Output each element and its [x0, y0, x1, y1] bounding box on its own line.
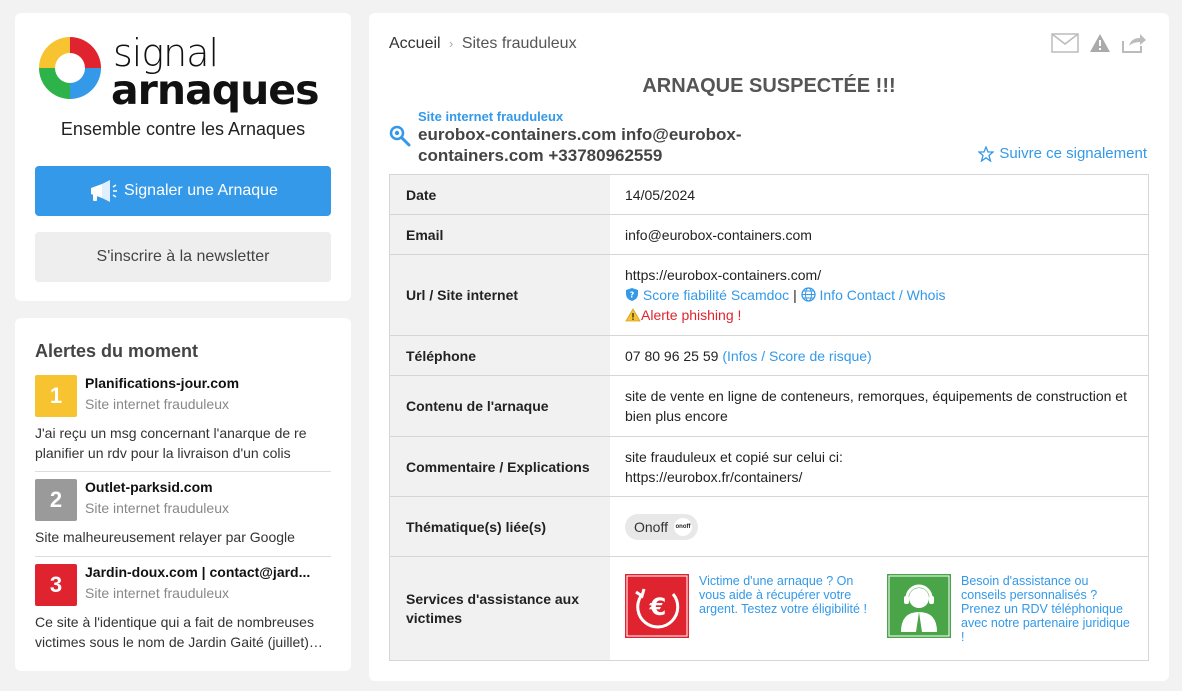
alert-item[interactable]: 3 Jardin-doux.com | contact@jard... Site… — [35, 564, 331, 664]
warning-report-icon[interactable] — [1089, 33, 1111, 53]
row-value: site de vente en ligne de conteneurs, re… — [610, 375, 1149, 437]
alert-description: Site malheureusement relayer par Google — [35, 529, 295, 545]
row-label: Thématique(s) liée(s) — [389, 496, 610, 557]
report-type-label: Site internet frauduleux — [418, 109, 564, 124]
alert-rank-badge: 2 — [35, 479, 77, 521]
divider — [35, 471, 331, 472]
alert-rank-badge: 1 — [35, 375, 77, 417]
phishing-alert[interactable]: Alerte phishing ! — [625, 305, 1133, 325]
row-label: Url / Site internet — [389, 254, 610, 336]
table-row: Email info@eurobox-containers.com — [389, 214, 1149, 255]
newsletter-button[interactable]: S'inscrire à la newsletter — [35, 232, 331, 282]
logo[interactable]: signal arnaques — [35, 31, 335, 114]
whois-link[interactable]: Info Contact / Whois — [820, 287, 946, 303]
alert-type: Site internet frauduleux — [85, 585, 229, 601]
megaphone-icon — [91, 180, 118, 202]
support-agent-icon — [887, 573, 951, 638]
alerts-card: Alertes du moment 1 Planifications-jour.… — [15, 318, 351, 671]
star-icon — [978, 145, 995, 162]
page-title: ARNAQUE SUSPECTÉE !!! — [642, 75, 896, 97]
comment-line: https://eurobox.fr/containers/ — [625, 468, 803, 485]
breadcrumb-current[interactable]: Sites frauduleux — [462, 35, 577, 52]
comment-line: site frauduleux et copié sur celui ci: — [625, 448, 843, 465]
alert-item[interactable]: 1 Planifications-jour.com Site internet … — [35, 375, 331, 465]
row-label: Téléphone — [389, 335, 610, 376]
sidebar-brand-card: signal arnaques Ensemble contre les Arna… — [15, 13, 351, 301]
phishing-alert-label: Alerte phishing ! — [641, 307, 742, 323]
alert-type: Site internet frauduleux — [85, 396, 229, 412]
alert-description: Ce site à l'identique qui a fait de nomb… — [35, 614, 323, 650]
alert-name[interactable]: Planifications-jour.com — [85, 375, 331, 391]
table-row: Téléphone 07 80 96 25 59 (Infos / Score … — [389, 335, 1149, 376]
table-row: Commentaire / Explications site fraudule… — [389, 436, 1149, 497]
alert-rank-badge: 3 — [35, 564, 77, 606]
row-value: https://eurobox-containers.com/ ? Score … — [610, 254, 1149, 336]
table-row: Thématique(s) liée(s) Onoff onoff — [389, 496, 1149, 557]
warning-icon — [625, 308, 641, 322]
divider — [35, 556, 331, 557]
search-fraud-icon — [389, 125, 411, 147]
row-value: info@eurobox-containers.com — [610, 214, 1149, 255]
legal-assistance-text: Besoin d'assistance ou conseils personna… — [961, 573, 1130, 644]
link-separator: | — [793, 287, 797, 303]
scamdoc-score-link[interactable]: Score fiabilité Scamdoc — [643, 287, 789, 303]
alert-name[interactable]: Outlet-parksid.com — [85, 479, 331, 495]
alerts-title: Alertes du moment — [35, 341, 199, 361]
alert-type: Site internet frauduleux — [85, 500, 229, 516]
phone-number: 07 80 96 25 59 — [625, 347, 719, 364]
svg-text:€: € — [649, 593, 667, 621]
tagline: Ensemble contre les Arnaques — [60, 119, 306, 139]
follow-label: Suivre ce signalement — [999, 145, 1147, 162]
table-row: Contenu de l'arnaque site de vente en li… — [389, 375, 1149, 437]
table-row: Url / Site internet https://eurobox-cont… — [389, 254, 1149, 336]
breadcrumb-home[interactable]: Accueil — [389, 35, 441, 52]
phone-risk-link[interactable]: (Infos / Score de risque) — [722, 348, 871, 364]
url-value: https://eurobox-containers.com/ — [625, 267, 822, 283]
table-row: Services d'assistance aux victimes € Vic… — [389, 556, 1149, 661]
svg-text:?: ? — [630, 291, 635, 300]
logo-mark-icon — [39, 37, 101, 99]
row-label: Date — [389, 174, 610, 215]
theme-tag-label: Onoff — [634, 518, 668, 535]
row-value: Onoff onoff — [610, 496, 1149, 557]
row-label: Email — [389, 214, 610, 255]
follow-report-link[interactable]: Suivre ce signalement — [978, 145, 1147, 162]
mail-icon[interactable] — [1051, 33, 1079, 53]
row-value: 07 80 96 25 59 (Infos / Score de risque) — [610, 335, 1149, 376]
row-value: 14/05/2024 — [610, 174, 1149, 215]
euro-refund-icon: € — [625, 573, 689, 638]
report-subject: eurobox-containers.com info@eurobox-cont… — [418, 125, 742, 165]
row-label: Contenu de l'arnaque — [389, 375, 610, 437]
table-row: Date 14/05/2024 — [389, 174, 1149, 215]
report-scam-label: Signaler une Arnaque — [124, 182, 278, 199]
row-value: € Victime d'une arnaque ? On vous aide à… — [610, 556, 1149, 661]
share-toolbar — [1051, 33, 1147, 53]
report-scam-button[interactable]: Signaler une Arnaque — [35, 166, 331, 216]
money-recovery-text: Victime d'une arnaque ? On vous aide à r… — [699, 573, 867, 616]
alert-item[interactable]: 2 Outlet-parksid.com Site internet fraud… — [35, 479, 331, 559]
theme-tag[interactable]: Onoff onoff — [625, 513, 698, 540]
breadcrumb-separator: › — [449, 36, 454, 51]
onoff-logo-icon: onoff — [674, 517, 692, 536]
alert-description: J'ai reçu un msg concernant l'anarque de… — [35, 425, 307, 461]
url-links: ? Score fiabilité Scamdoc | Info Contact… — [625, 285, 1133, 305]
share-icon[interactable] — [1121, 33, 1147, 53]
report-details-table: Date 14/05/2024 Email info@eurobox-conta… — [389, 174, 1149, 661]
legal-assistance-service[interactable]: Besoin d'assistance ou conseils personna… — [887, 573, 1133, 644]
row-label: Services d'assistance aux victimes — [389, 556, 610, 661]
alert-name[interactable]: Jardin-doux.com | contact@jard... — [85, 564, 331, 580]
row-value: site frauduleux et copié sur celui ci: h… — [610, 436, 1149, 497]
logo-text-arnaques: arnaques — [111, 66, 319, 114]
breadcrumb: Accueil › Sites frauduleux — [389, 35, 577, 53]
money-recovery-service[interactable]: € Victime d'une arnaque ? On vous aide à… — [625, 573, 871, 644]
shield-check-icon: ? — [626, 288, 638, 301]
globe-icon — [800, 287, 816, 302]
report-detail-card: Accueil › Sites frauduleux ARNAQUE SUSPE… — [369, 13, 1169, 681]
row-label: Commentaire / Explications — [389, 436, 610, 497]
